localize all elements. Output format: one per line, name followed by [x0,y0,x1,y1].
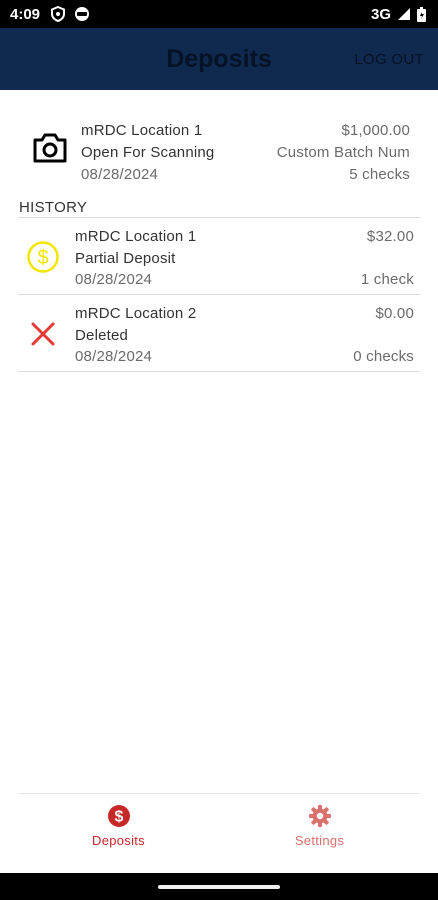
network-type: 3G [370,5,391,23]
home-gesture-handle[interactable] [158,885,280,889]
nav-deposits-label: Deposits [92,833,145,848]
dollar-circle-icon: $ [27,241,59,273]
signal-icon [398,8,410,20]
history-item[interactable]: mRDC Location 2 Deleted 08/28/2024 $0.00… [18,295,420,372]
bottom-nav: $ Deposits Settings [18,793,420,863]
deposit-status: Open For Scanning [81,144,215,161]
history-location: mRDC Location 1 [75,228,197,245]
history-checks: 0 checks [353,348,414,365]
history-item[interactable]: $ mRDC Location 1 Partial Deposit 08/28/… [18,218,420,295]
history-checks: 1 check [360,271,414,288]
deposit-location: mRDC Location 1 [81,122,203,139]
deposit-checks: 5 checks [349,166,410,183]
face-icon [75,7,90,21]
history-date: 08/28/2024 [75,271,153,288]
nav-deposits[interactable]: $ Deposits [18,794,219,863]
history-status: Partial Deposit [75,250,176,267]
nav-settings[interactable]: Settings [219,794,420,863]
battery-icon [417,6,426,22]
history-list: $ mRDC Location 1 Partial Deposit 08/28/… [18,217,420,372]
history-date: 08/28/2024 [75,348,153,365]
history-heading: HISTORY [19,199,88,216]
history-amount: $0.00 [375,305,414,322]
shield-icon [51,6,66,22]
current-deposit[interactable]: mRDC Location 1 Open For Scanning 08/28/… [18,112,420,190]
dollar-circle-icon: $ [107,805,130,827]
deposit-date: 08/28/2024 [81,166,159,183]
svg-text:$: $ [114,809,123,826]
logout-button[interactable]: LOG OUT [354,51,424,68]
close-icon [31,322,55,346]
status-time: 4:09 [10,5,41,23]
app-bar: Deposits LOG OUT [0,28,438,90]
status-right: 3G [371,6,426,23]
nav-settings-label: Settings [294,833,345,848]
history-status: Deleted [75,327,129,344]
gear-icon [308,805,331,827]
camera-icon [33,133,67,163]
svg-text:$: $ [37,247,48,269]
deposit-amount: $1,000.00 [341,122,410,139]
history-location: mRDC Location 2 [75,305,197,322]
status-bar: 4:09 3G [0,0,438,28]
gesture-bar [0,873,438,900]
history-amount: $32.00 [366,228,414,245]
deposit-batch: Custom Batch Num [276,144,410,161]
